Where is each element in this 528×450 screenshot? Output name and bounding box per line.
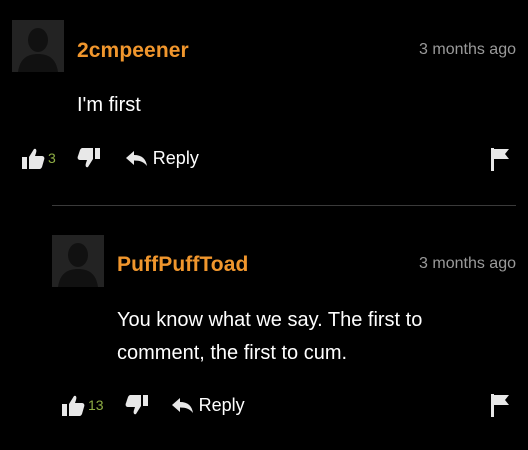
thumbs-down-icon[interactable] xyxy=(124,392,150,418)
flag-icon[interactable] xyxy=(489,392,511,423)
reply-button[interactable]: Reply xyxy=(124,148,199,169)
avatar[interactable] xyxy=(12,20,64,72)
thumbs-down-icon[interactable] xyxy=(76,145,102,171)
reply-label: Reply xyxy=(152,147,199,168)
comment-actions: 3 Reply xyxy=(20,145,199,171)
avatar-placeholder-icon xyxy=(12,20,64,72)
comment-actions: 13 Reply xyxy=(60,392,245,418)
reply-arrow-icon xyxy=(124,149,148,167)
comment-text-line: comment, the first to cum. xyxy=(117,342,348,364)
thumbs-up-icon[interactable] xyxy=(60,392,86,418)
avatar[interactable] xyxy=(52,235,104,287)
like-count: 3 xyxy=(48,150,56,166)
comment-text: You know what we say. The first to comme… xyxy=(117,304,422,370)
flag-icon[interactable] xyxy=(489,146,511,177)
comment-text-line: You know what we say. The first to xyxy=(117,309,423,331)
avatar-placeholder-icon xyxy=(52,235,104,287)
reply-arrow-icon xyxy=(170,396,194,414)
reply-comment: PuffPuffToad 3 months ago You know what … xyxy=(0,206,528,450)
timestamp: 3 months ago xyxy=(419,41,516,58)
like-count: 13 xyxy=(88,397,104,413)
reply-button[interactable]: Reply xyxy=(170,395,245,416)
comment-text: I'm first xyxy=(77,94,141,116)
thumbs-up-icon[interactable] xyxy=(20,145,46,171)
comment: 2cmpeener 3 months ago I'm first 3 Reply xyxy=(0,0,528,205)
username[interactable]: 2cmpeener xyxy=(77,39,189,63)
reply-label: Reply xyxy=(198,394,245,415)
username[interactable]: PuffPuffToad xyxy=(117,253,248,277)
timestamp: 3 months ago xyxy=(419,255,516,272)
